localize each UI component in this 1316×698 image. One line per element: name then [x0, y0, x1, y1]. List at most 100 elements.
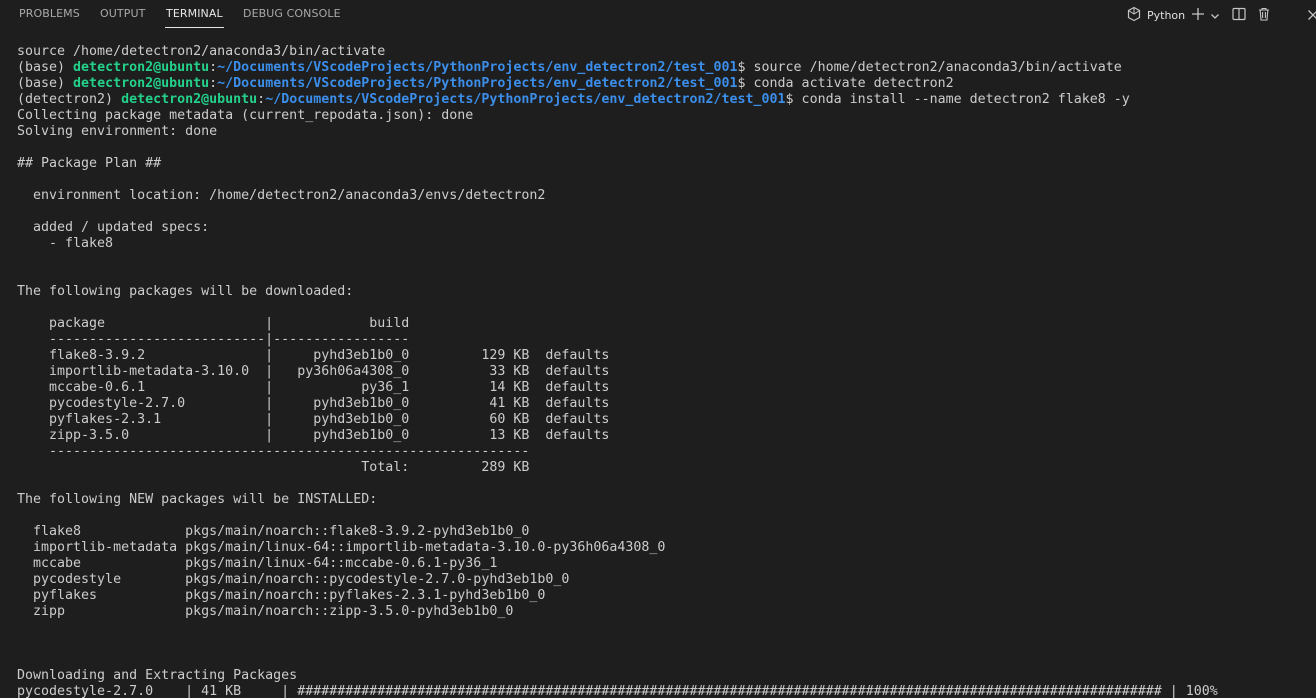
terminal-text: package | build	[17, 316, 410, 331]
terminal-text: $ source /home/detectron2/anaconda3/bin/…	[737, 60, 1122, 75]
terminal-line: package | build	[17, 316, 1316, 332]
terminal-line: mccabe-0.6.1 | py36_1 14 KB defaults	[17, 380, 1316, 396]
terminal-text: importlib-metadata-3.10.0 | py36h06a4308…	[17, 364, 610, 379]
terminal-text: ----------------------------------------…	[17, 444, 530, 459]
terminal-line: environment location: /home/detectron2/a…	[17, 188, 1316, 204]
terminal-line: importlib-metadata-3.10.0 | py36h06a4308…	[17, 364, 1316, 380]
terminal-text: $ conda install --name detectron2 flake8…	[785, 92, 1130, 107]
close-icon	[1307, 6, 1316, 24]
terminal-text: ## Package Plan ##	[17, 156, 162, 171]
tab-problems[interactable]: PROBLEMS	[19, 0, 80, 28]
prompt-path: ~/Documents/VScodeProjects/PythonProject…	[217, 76, 738, 91]
terminal-text: importlib-metadata pkgs/main/linux-64::i…	[17, 540, 666, 555]
prompt-path: ~/Documents/VScodeProjects/PythonProject…	[265, 92, 786, 107]
terminal-text: flake8 pkgs/main/noarch::flake8-3.9.2-py…	[17, 524, 530, 539]
close-panel-button[interactable]	[1307, 6, 1316, 24]
terminal-text: zipp-3.5.0 | pyhd3eb1b0_0 13 KB defaults	[17, 428, 610, 443]
terminal-line: ----------------------------------------…	[17, 444, 1316, 460]
kill-terminal-button[interactable]	[1256, 6, 1272, 24]
terminal-text: :	[209, 76, 218, 91]
terminal-line: source /home/detectron2/anaconda3/bin/ac…	[17, 44, 1316, 60]
terminal-text: The following NEW packages will be INSTA…	[17, 492, 378, 507]
terminal-text: mccabe-0.6.1 | py36_1 14 KB defaults	[17, 380, 610, 395]
terminal-kind-label: Python	[1147, 8, 1186, 22]
terminal-text: mccabe pkgs/main/linux-64::mccabe-0.6.1-…	[17, 556, 498, 571]
terminal-text: environment location: /home/detectron2/a…	[17, 188, 546, 203]
terminal-text: ---------------------------|------------…	[17, 332, 410, 347]
terminal-text: pycodestyle-2.7.0 | 41 KB | ############…	[17, 684, 1218, 698]
python-icon	[1126, 6, 1142, 25]
terminal-line: The following NEW packages will be INSTA…	[17, 492, 1316, 508]
terminal-line: Total: 289 KB	[17, 460, 1316, 476]
terminal-text: :	[209, 60, 218, 75]
prompt-user: detectron2@ubuntu	[121, 92, 258, 107]
terminal-line: flake8 pkgs/main/noarch::flake8-3.9.2-py…	[17, 524, 1316, 540]
terminal-line: importlib-metadata pkgs/main/linux-64::i…	[17, 540, 1316, 556]
terminal-text: zipp pkgs/main/noarch::zipp-3.5.0-pyhd3e…	[17, 604, 514, 619]
terminal-text: source /home/detectron2/anaconda3/bin/ac…	[17, 44, 386, 59]
terminal-text: (detectron2)	[17, 92, 122, 107]
terminal-text: Downloading and Extracting Packages	[17, 668, 298, 683]
terminal-line: Downloading and Extracting Packages	[17, 668, 1316, 684]
panel-header: PROBLEMS OUTPUT TERMINAL DEBUG CONSOLE P…	[0, 0, 1316, 30]
tab-debug-console[interactable]: DEBUG CONSOLE	[243, 0, 341, 28]
terminal-dropdown-button[interactable]	[1209, 6, 1221, 24]
terminal-line: The following packages will be downloade…	[17, 284, 1316, 300]
terminal-text: Total: 289 KB	[17, 460, 530, 475]
terminal-line: mccabe pkgs/main/linux-64::mccabe-0.6.1-…	[17, 556, 1316, 572]
terminal-text: pyflakes-2.3.1 | pyhd3eb1b0_0 60 KB defa…	[17, 412, 610, 427]
terminal-line: Collecting package metadata (current_rep…	[17, 108, 1316, 124]
prompt-user: detectron2@ubuntu	[73, 60, 210, 75]
terminal-text: Solving environment: done	[17, 124, 218, 139]
terminal-output[interactable]: source /home/detectron2/anaconda3/bin/ac…	[0, 44, 1316, 698]
terminal-lines: source /home/detectron2/anaconda3/bin/ac…	[0, 44, 1316, 698]
prompt-path: ~/Documents/VScodeProjects/PythonProject…	[217, 60, 738, 75]
tab-terminal[interactable]: TERMINAL	[165, 0, 224, 28]
terminal-line: pycodestyle-2.7.0 | pyhd3eb1b0_0 41 KB d…	[17, 396, 1316, 412]
terminal-line: flake8-3.9.2 | pyhd3eb1b0_0 129 KB defau…	[17, 348, 1316, 364]
chevron-down-icon	[1210, 6, 1220, 25]
terminal-line: ---------------------------|------------…	[17, 332, 1316, 348]
terminal-text: added / updated specs:	[17, 220, 210, 235]
terminal-text: - flake8	[17, 236, 114, 251]
terminal-line: added / updated specs:	[17, 220, 1316, 236]
terminal-text: The following packages will be downloade…	[17, 284, 354, 299]
split-icon	[1232, 6, 1246, 25]
terminal-text: (base)	[17, 60, 74, 75]
terminal-text: Collecting package metadata (current_rep…	[17, 108, 474, 123]
terminal-text: flake8-3.9.2 | pyhd3eb1b0_0 129 KB defau…	[17, 348, 610, 363]
terminal-line: - flake8	[17, 236, 1316, 252]
terminal-line: pycodestyle pkgs/main/noarch::pycodestyl…	[17, 572, 1316, 588]
terminal-line: pycodestyle-2.7.0 | 41 KB | ############…	[17, 684, 1316, 698]
terminal-line: pyflakes-2.3.1 | pyhd3eb1b0_0 60 KB defa…	[17, 412, 1316, 428]
tab-output[interactable]: OUTPUT	[100, 0, 145, 28]
trash-icon	[1257, 6, 1271, 25]
terminal-text: :	[257, 92, 266, 107]
terminal-kind-selector[interactable]: Python	[1126, 6, 1186, 25]
terminal-text: pyflakes pkgs/main/noarch::pyflakes-2.3.…	[17, 588, 546, 603]
split-terminal-button[interactable]	[1231, 6, 1247, 24]
terminal-line: (base) detectron2@ubuntu:~/Documents/VSc…	[17, 60, 1316, 76]
terminal-line: zipp pkgs/main/noarch::zipp-3.5.0-pyhd3e…	[17, 604, 1316, 620]
terminal-line: (detectron2) detectron2@ubuntu:~/Documen…	[17, 92, 1316, 108]
terminal-line: pyflakes pkgs/main/noarch::pyflakes-2.3.…	[17, 588, 1316, 604]
terminal-line: (base) detectron2@ubuntu:~/Documents/VSc…	[17, 76, 1316, 92]
plus-icon	[1191, 6, 1205, 25]
terminal-line: zipp-3.5.0 | pyhd3eb1b0_0 13 KB defaults	[17, 428, 1316, 444]
terminal-text: pycodestyle pkgs/main/noarch::pycodestyl…	[17, 572, 570, 587]
terminal-text: (base)	[17, 76, 74, 91]
terminal-line: Solving environment: done	[17, 124, 1316, 140]
terminal-line: ## Package Plan ##	[17, 156, 1316, 172]
new-terminal-button[interactable]	[1190, 6, 1206, 24]
